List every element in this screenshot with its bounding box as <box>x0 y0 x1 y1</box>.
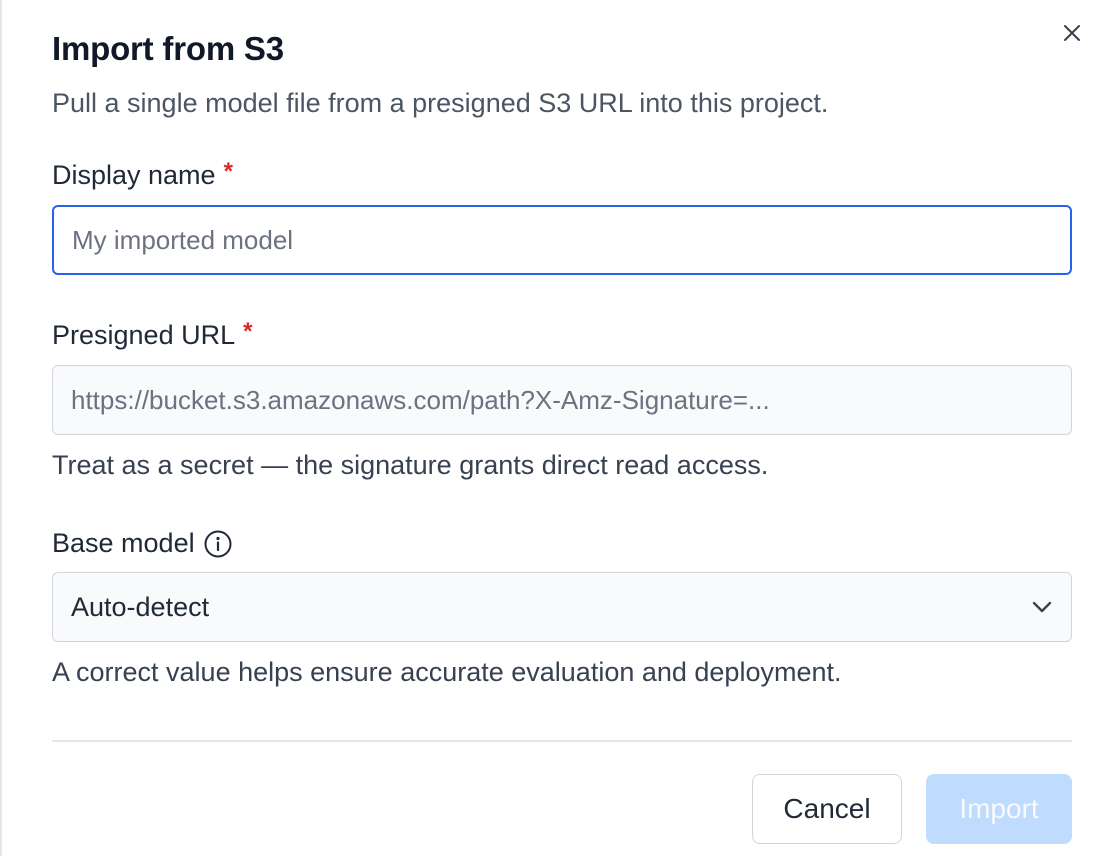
required-mark: * <box>223 157 233 185</box>
base-model-selected-value: Auto-detect <box>71 591 210 622</box>
close-button[interactable] <box>1057 18 1087 48</box>
presigned-url-label-text: Presigned URL <box>52 320 236 350</box>
import-button[interactable]: Import <box>926 774 1072 844</box>
base-model-select[interactable]: Auto-detect <box>52 572 1072 642</box>
display-name-label: Display name * <box>52 157 233 191</box>
dialog-subtitle: Pull a single model file from a presigne… <box>52 88 829 118</box>
base-model-label-text: Base model <box>52 528 195 558</box>
dialog-title: Import from S3 <box>52 30 284 67</box>
base-model-help: A correct value helps ensure accurate ev… <box>52 657 842 687</box>
presigned-url-input[interactable] <box>52 365 1072 435</box>
close-icon <box>1064 25 1080 41</box>
footer-divider <box>52 740 1072 742</box>
info-icon[interactable] <box>203 529 233 559</box>
display-name-label-text: Display name <box>52 160 216 190</box>
import-dialog: Import from S3 Pull a single model file … <box>0 0 1118 856</box>
chevron-down-icon <box>1032 601 1052 613</box>
presigned-url-help: Treat as a secret — the signature grants… <box>52 450 769 480</box>
cancel-button[interactable]: Cancel <box>752 774 902 844</box>
base-model-label: Base model <box>52 528 233 559</box>
required-mark: * <box>243 317 253 345</box>
display-name-input[interactable] <box>52 205 1072 275</box>
presigned-url-label: Presigned URL * <box>52 317 253 351</box>
